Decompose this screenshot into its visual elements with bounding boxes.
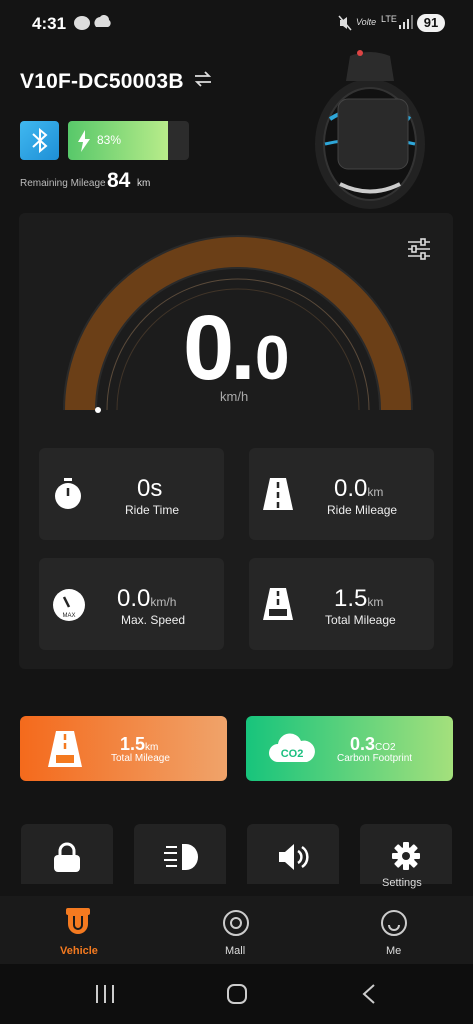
volte-icon: Volte xyxy=(356,17,377,27)
horn-button[interactable] xyxy=(247,824,339,884)
ride-time-label: Ride Time xyxy=(125,503,180,517)
total-mileage-value: 1.5km xyxy=(334,585,384,612)
gear-icon xyxy=(392,842,420,870)
stat-max-speed: MAX 0.0km/h Max. Speed xyxy=(39,558,224,650)
speed-unit: km/h xyxy=(220,389,249,404)
nav-me[interactable]: Me xyxy=(386,945,401,957)
bluetooth-button[interactable] xyxy=(20,121,59,160)
svg-text:CO2: CO2 xyxy=(281,748,304,760)
stopwatch-icon xyxy=(55,478,81,509)
mall-icon[interactable] xyxy=(222,909,250,937)
stat-total-mileage: 1.5km Total Mileage xyxy=(249,558,434,650)
lock-icon xyxy=(54,842,80,872)
headlight-icon xyxy=(164,844,198,870)
bluetooth-icon xyxy=(32,127,48,154)
battery-indicator: 91 xyxy=(417,14,445,32)
network-type: LTE xyxy=(381,14,397,24)
max-speed-value: 0.0km/h xyxy=(117,585,177,612)
carbon-footprint-card[interactable]: CO2 0.3CO2 Carbon Footprint xyxy=(246,716,453,781)
back-icon[interactable] xyxy=(361,983,377,1005)
battery-bar: 83% xyxy=(68,121,189,160)
max-speed-label: Max. Speed xyxy=(121,613,186,627)
total-mileage-label: Total Mileage xyxy=(325,613,396,627)
ride-mileage-label: Ride Mileage xyxy=(327,503,398,517)
speedometer-max-icon: MAX xyxy=(53,589,85,621)
nav-mall[interactable]: Mall xyxy=(225,945,245,957)
lock-button[interactable] xyxy=(21,824,113,884)
status-bar: 4:31 Volte LTE 91 xyxy=(0,0,473,48)
remaining-mileage-unit: km xyxy=(137,178,151,189)
switch-device-icon[interactable] xyxy=(193,70,213,88)
ride-mileage-value: 0.0km xyxy=(334,475,384,502)
road-odo-icon xyxy=(263,588,293,620)
remaining-mileage-value: 84 xyxy=(107,169,131,192)
svg-text:MAX: MAX xyxy=(62,613,75,619)
speed-decimal: 0 xyxy=(255,324,290,393)
promo-mileage-value: 1.5km xyxy=(120,734,159,754)
device-name[interactable]: V10F-DC50003B xyxy=(20,70,184,94)
promo-mileage-label: Total Mileage xyxy=(111,753,170,764)
headlight-button[interactable] xyxy=(134,824,226,884)
home-icon[interactable] xyxy=(226,983,248,1005)
recent-apps-icon[interactable] xyxy=(94,984,116,1004)
battery-percent: 83% xyxy=(97,133,122,147)
road-icon xyxy=(263,478,293,510)
signal-icon xyxy=(399,15,413,29)
mute-icon xyxy=(338,15,352,31)
stat-ride-mileage: 0.0km Ride Mileage xyxy=(249,448,434,540)
road-odo-icon xyxy=(48,731,82,767)
nav-vehicle[interactable]: Vehicle xyxy=(60,945,98,957)
system-nav-bar xyxy=(0,964,473,1024)
promo-carbon-value: 0.3CO2 xyxy=(350,734,396,754)
stat-ride-time: 0s Ride Time xyxy=(39,448,224,540)
remaining-mileage-label: Remaining Mileage xyxy=(20,178,106,189)
co2-cloud-icon: CO2 xyxy=(269,733,315,762)
notification-icons xyxy=(74,15,111,30)
total-mileage-card[interactable]: 1.5km Total Mileage xyxy=(20,716,227,781)
promo-carbon-label: Carbon Footprint xyxy=(337,753,413,764)
status-time: 4:31 xyxy=(32,14,67,33)
speed-value: 0. xyxy=(183,297,256,399)
charge-icon xyxy=(78,130,90,152)
settings-button[interactable]: Settings xyxy=(360,824,452,889)
speaker-icon xyxy=(279,844,309,870)
vehicle-icon[interactable] xyxy=(66,908,90,936)
settings-label: Settings xyxy=(382,877,422,889)
ride-dashboard-card: 0. 0 km/h 0s Ride Time 0.0km Ride Mileag… xyxy=(19,213,453,669)
ride-time-value: 0s xyxy=(137,475,163,502)
unicycle-image xyxy=(315,50,425,209)
me-icon[interactable] xyxy=(380,909,408,937)
